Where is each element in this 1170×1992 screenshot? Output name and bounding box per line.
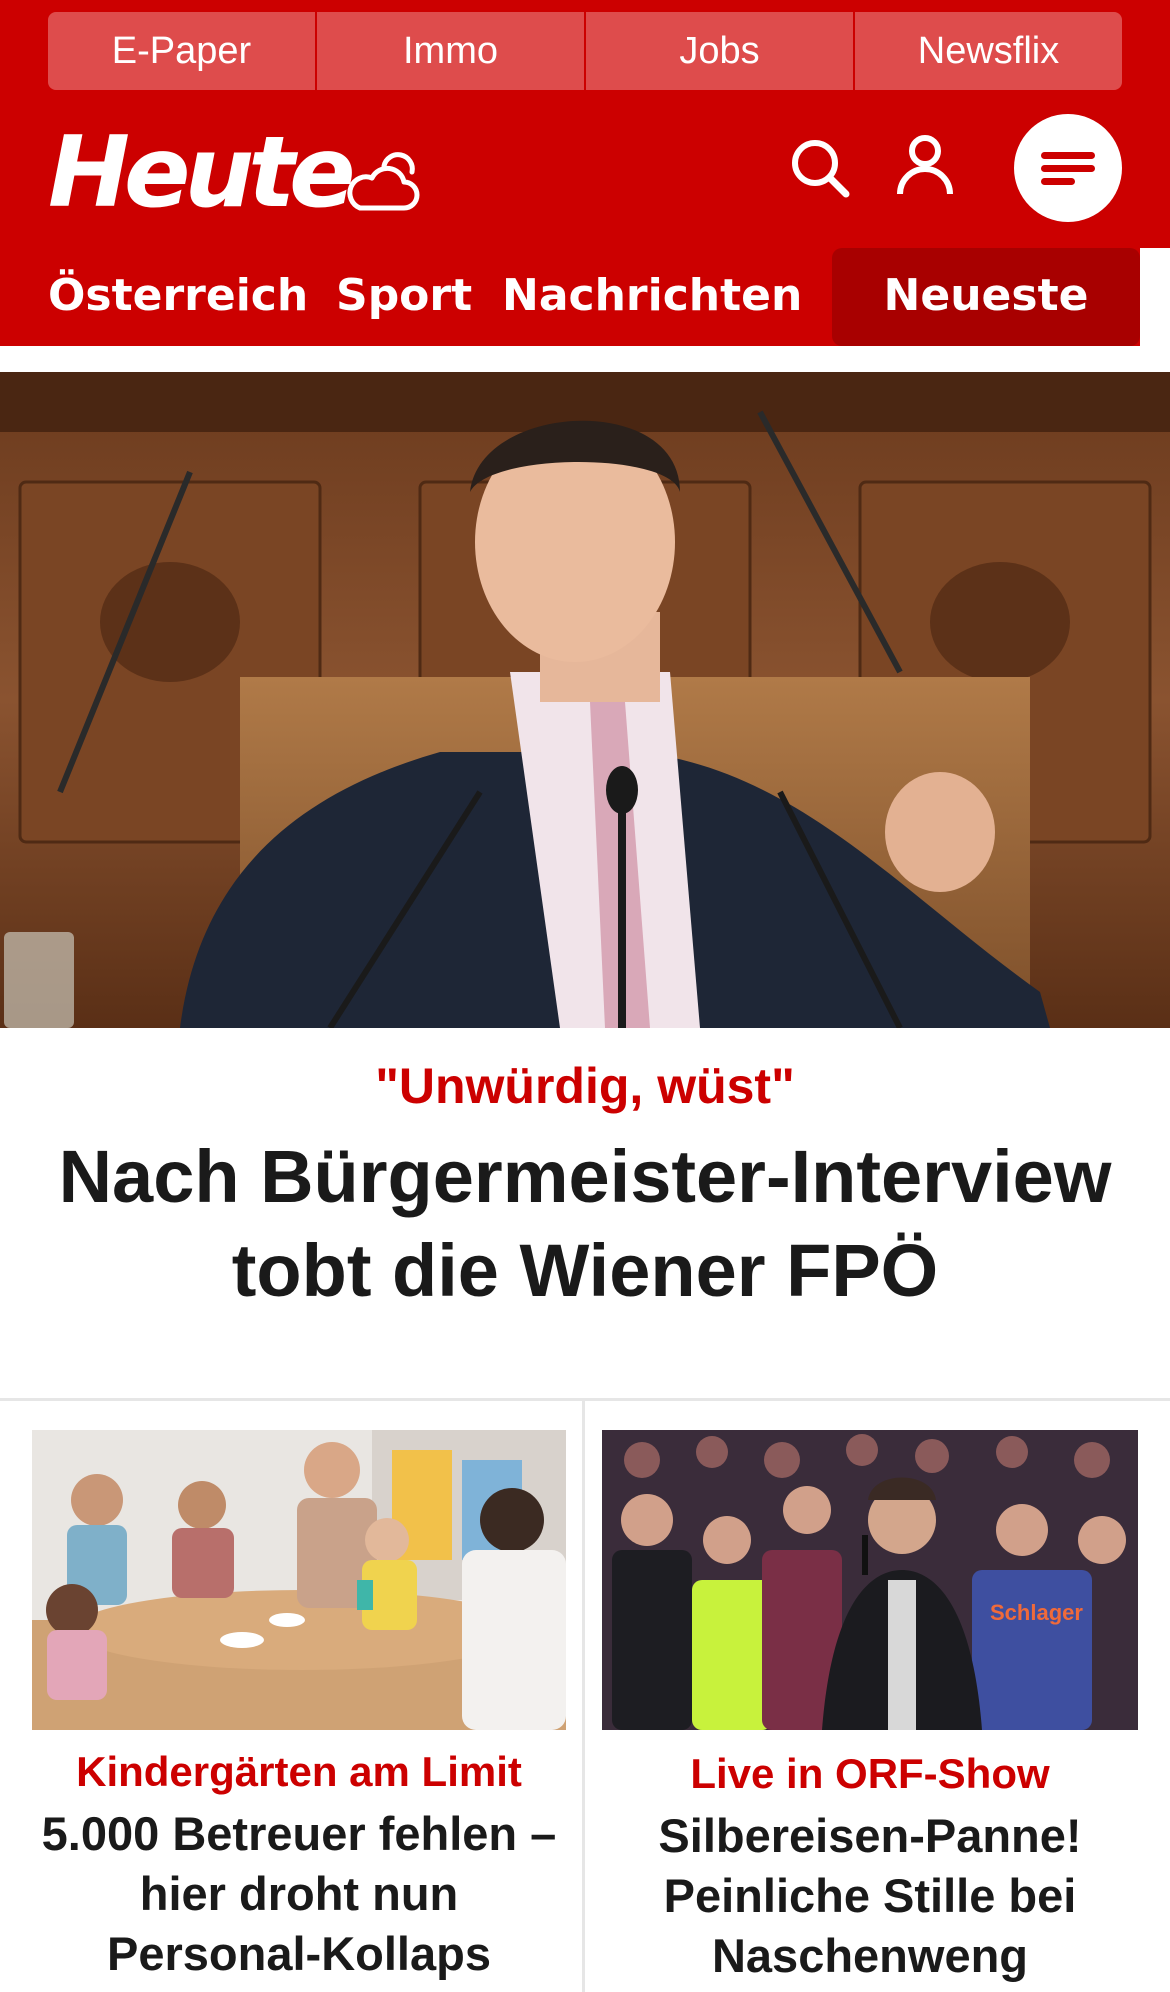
- user-account-icon[interactable]: [894, 132, 956, 198]
- teaser-photo-image: Schlager: [602, 1430, 1138, 1730]
- teaser-headline[interactable]: Silbereisen-Panne! Peinliche Stille bei …: [602, 1806, 1138, 1986]
- column-divider: [582, 1400, 585, 1992]
- top-link-epaper[interactable]: E-Paper: [48, 12, 317, 90]
- heute-logo[interactable]: Heute: [48, 118, 356, 228]
- teaser-kicker[interactable]: Live in ORF-Show: [602, 1746, 1138, 1802]
- teaser-kicker[interactable]: Kindergärten am Limit: [32, 1744, 566, 1800]
- nav-item-nachrichten[interactable]: Nachrichten: [502, 248, 802, 346]
- hero-headline[interactable]: Nach Bürgermeister-Interview tobt die Wi…: [40, 1130, 1130, 1318]
- search-icon[interactable]: [788, 136, 852, 200]
- teaser-kindergarten[interactable]: Kindergärten am Limit 5.000 Betreuer feh…: [32, 1430, 566, 1984]
- section-divider: [0, 1398, 1170, 1401]
- hero-kicker[interactable]: "Unwürdig, wüst": [0, 1054, 1170, 1118]
- teaser-silbereisen[interactable]: Schlager Live in ORF-Show Silbereisen-Pa…: [602, 1430, 1138, 1986]
- top-links-bar: E-Paper Immo Jobs Newsflix: [48, 12, 1122, 90]
- teaser-photo-silbereisen[interactable]: Schlager: [602, 1430, 1138, 1730]
- nav-item-sport[interactable]: Sport: [336, 248, 472, 346]
- nav-item-neueste[interactable]: Neueste: [832, 248, 1140, 346]
- top-link-newsflix[interactable]: Newsflix: [855, 12, 1122, 90]
- photo-sign-text: Schlager: [990, 1600, 1083, 1625]
- top-link-immo[interactable]: Immo: [317, 12, 586, 90]
- teaser-photo-image: [32, 1430, 566, 1730]
- hero-photo-image: [0, 372, 1170, 1028]
- top-link-jobs[interactable]: Jobs: [586, 12, 855, 90]
- teaser-photo-kindergarten[interactable]: [32, 1430, 566, 1730]
- teaser-headline[interactable]: 5.000 Betreuer fehlen – hier droht nun P…: [32, 1804, 566, 1984]
- site-header: E-Paper Immo Jobs Newsflix Heute Österre…: [0, 0, 1170, 346]
- hero-article-photo[interactable]: [0, 372, 1170, 1028]
- nav-edge-strip: [1140, 248, 1170, 346]
- main-navigation: Österreich Sport Nachrichten Neueste: [0, 248, 1170, 346]
- nav-item-oesterreich[interactable]: Österreich: [48, 248, 308, 346]
- hamburger-menu-icon: [1041, 152, 1095, 185]
- weather-cloud-icon[interactable]: [346, 148, 422, 218]
- menu-button[interactable]: [1014, 114, 1122, 222]
